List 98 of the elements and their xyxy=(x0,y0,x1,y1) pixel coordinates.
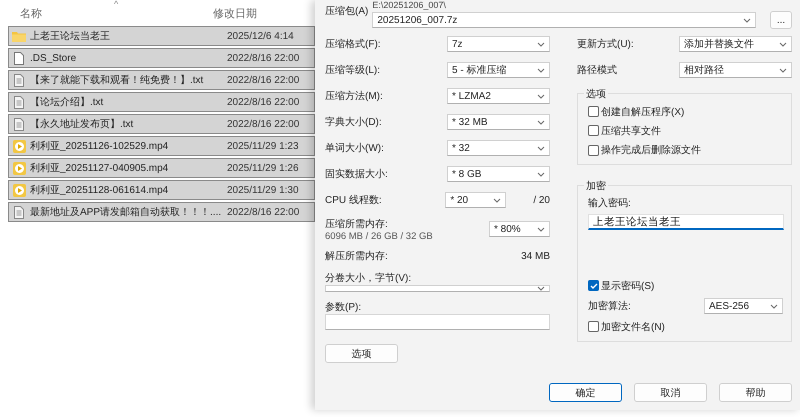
checkbox[interactable]: 操作完成后删除源文件 xyxy=(588,142,783,158)
parameters-field[interactable] xyxy=(325,314,550,330)
file-name: 利利亚_20251127-040905.mp4 xyxy=(29,162,170,175)
setting-label: CPU 线程数: xyxy=(325,194,382,207)
options-button[interactable]: 选项 xyxy=(325,344,398,363)
setting-label: 解压所需内存: xyxy=(325,250,388,263)
dropdown[interactable]: * 80% xyxy=(489,221,550,237)
group-title: 选项 xyxy=(584,87,608,101)
chevron-down-icon xyxy=(779,42,787,46)
chevron-down-icon xyxy=(537,146,545,150)
file-row[interactable]: 最新地址及APP请发邮箱自动获取！！！.... 2022/8/16 22:00 xyxy=(8,202,315,222)
checkbox[interactable]: 显示密码(S) xyxy=(588,277,783,294)
text-file-icon xyxy=(14,74,24,86)
chevron-down-icon xyxy=(770,304,778,308)
file-date: 2022/8/16 22:00 xyxy=(227,96,300,108)
dialog-button[interactable]: 帮助 xyxy=(719,383,792,402)
file-date: 2025/11/29 1:26 xyxy=(227,162,299,174)
dropdown[interactable]: * 20 xyxy=(445,192,506,208)
file-date: 2022/8/16 22:00 xyxy=(227,118,300,130)
dropdown[interactable]: 添加并替换文件 xyxy=(679,36,792,52)
text-file-icon xyxy=(14,96,24,108)
memory-value: 34 MB xyxy=(521,250,550,262)
file-name: 【来了就能下载和观看！纯免费！】.txt xyxy=(29,74,204,87)
dialog-button[interactable]: 确定 xyxy=(549,383,622,402)
setting-label: 加密算法: xyxy=(588,300,631,313)
setting-label: 参数(P): xyxy=(325,300,362,314)
file-date: 2022/8/16 22:00 xyxy=(227,52,300,64)
dialog-button[interactable]: 取消 xyxy=(634,383,707,402)
dropdown[interactable]: 相对路径 xyxy=(679,62,792,78)
setting-label: 压缩格式(F): xyxy=(325,38,381,51)
file-date: 2025/11/29 1:30 xyxy=(227,184,299,196)
folder-icon xyxy=(12,30,26,42)
dropdown[interactable]: * LZMA2 xyxy=(447,88,550,104)
setting-label: 固实数据大小: xyxy=(325,168,388,181)
dropdown[interactable]: * 32 MB xyxy=(447,114,550,130)
file-row[interactable]: 【永久地址发布页】.txt 2022/8/16 22:00 xyxy=(8,114,315,134)
setting-label: 路径模式 xyxy=(577,64,617,77)
memory-detail: 6096 MB / 26 GB / 32 GB xyxy=(325,230,433,242)
chevron-down-icon xyxy=(537,68,545,72)
chevron-down-icon xyxy=(779,68,787,72)
chevron-down-icon xyxy=(537,226,545,232)
password-label: 输入密码: xyxy=(588,196,632,210)
file-row[interactable]: 利利亚_20251126-102529.mp4 2025/11/29 1:23 xyxy=(8,136,315,156)
setting-label: 字典大小(D): xyxy=(325,116,382,129)
text-file-icon xyxy=(14,206,24,218)
chevron-down-icon xyxy=(537,42,545,46)
dropdown[interactable]: 7z xyxy=(447,36,550,52)
column-header[interactable]: 修改日期 xyxy=(213,6,257,20)
volume-combo[interactable] xyxy=(325,285,550,292)
file-name: 利利亚_20251128-061614.mp4 xyxy=(29,184,170,197)
chevron-down-icon xyxy=(537,172,545,176)
file-date: 2025/11/29 1:23 xyxy=(227,140,299,152)
setting-label: 单词大小(W): xyxy=(325,142,384,155)
file-name: .DS_Store xyxy=(29,52,78,64)
file-row[interactable]: 利利亚_20251128-061614.mp4 2025/11/29 1:30 xyxy=(8,180,315,200)
checkmark-icon xyxy=(590,282,598,288)
chevron-down-icon xyxy=(537,120,545,124)
file-row[interactable]: .DS_Store 2022/8/16 22:00 xyxy=(8,48,315,68)
dropdown[interactable]: * 8 GB xyxy=(447,166,550,182)
chevron-down-icon xyxy=(537,94,545,98)
text-file-icon xyxy=(14,118,24,130)
setting-label: 更新方式(U): xyxy=(577,38,634,51)
checkbox[interactable]: 压缩共享文件 xyxy=(588,123,783,139)
chevron-down-icon xyxy=(743,18,751,22)
play-icon xyxy=(12,162,26,174)
file-name: 【永久地址发布页】.txt xyxy=(29,118,134,131)
setting-label: 分卷大小，字节(V): xyxy=(325,272,412,285)
checkbox[interactable]: 创建自解压程序(X) xyxy=(588,104,783,120)
archive-path: E:\20251206_007\ xyxy=(372,1,447,10)
thread-max: / 20 xyxy=(533,194,550,206)
password-field[interactable]: 上老王论坛当老王 xyxy=(588,214,784,230)
file-row[interactable]: 【论坛介绍】.txt 2022/8/16 22:00 xyxy=(8,92,315,112)
file-icon xyxy=(14,52,24,64)
chevron-down-icon xyxy=(537,286,545,291)
file-row[interactable]: 【来了就能下载和观看！纯免费！】.txt 2022/8/16 22:00 xyxy=(8,70,315,90)
archive-label: 压缩包(A) xyxy=(325,4,368,19)
archive-combo[interactable]: 20251206_007.7z xyxy=(372,12,756,28)
file-row[interactable]: 上老王论坛当老王 2025/12/6 4:14 xyxy=(8,26,315,46)
file-name: 利利亚_20251126-102529.mp4 xyxy=(29,140,170,153)
dropdown[interactable]: 5 - 标准压缩 xyxy=(447,62,550,78)
file-row[interactable]: 利利亚_20251127-040905.mp4 2025/11/29 1:26 xyxy=(8,158,315,178)
play-icon xyxy=(12,184,26,196)
checkbox[interactable]: 加密文件名(N) xyxy=(588,318,783,335)
browse-button[interactable]: ... xyxy=(770,11,792,29)
file-name: 【论坛介绍】.txt xyxy=(29,96,104,109)
dropdown[interactable]: AES-256 xyxy=(704,298,783,314)
file-name: 上老王论坛当老王 xyxy=(29,30,111,43)
file-date: 2022/8/16 22:00 xyxy=(227,206,300,218)
dropdown[interactable]: * 32 xyxy=(447,140,550,156)
group-title: 加密 xyxy=(584,179,608,193)
setting-label: 压缩所需内存: xyxy=(325,218,389,230)
setting-label: 压缩方法(M): xyxy=(325,90,383,103)
file-date: 2022/8/16 22:00 xyxy=(227,74,300,86)
chevron-down-icon xyxy=(493,198,502,202)
play-icon xyxy=(12,140,26,152)
file-date: 2025/12/6 4:14 xyxy=(227,30,294,42)
setting-label: 压缩等级(L): xyxy=(325,64,380,77)
file-name: 最新地址及APP请发邮箱自动获取！！！.... xyxy=(29,206,222,219)
